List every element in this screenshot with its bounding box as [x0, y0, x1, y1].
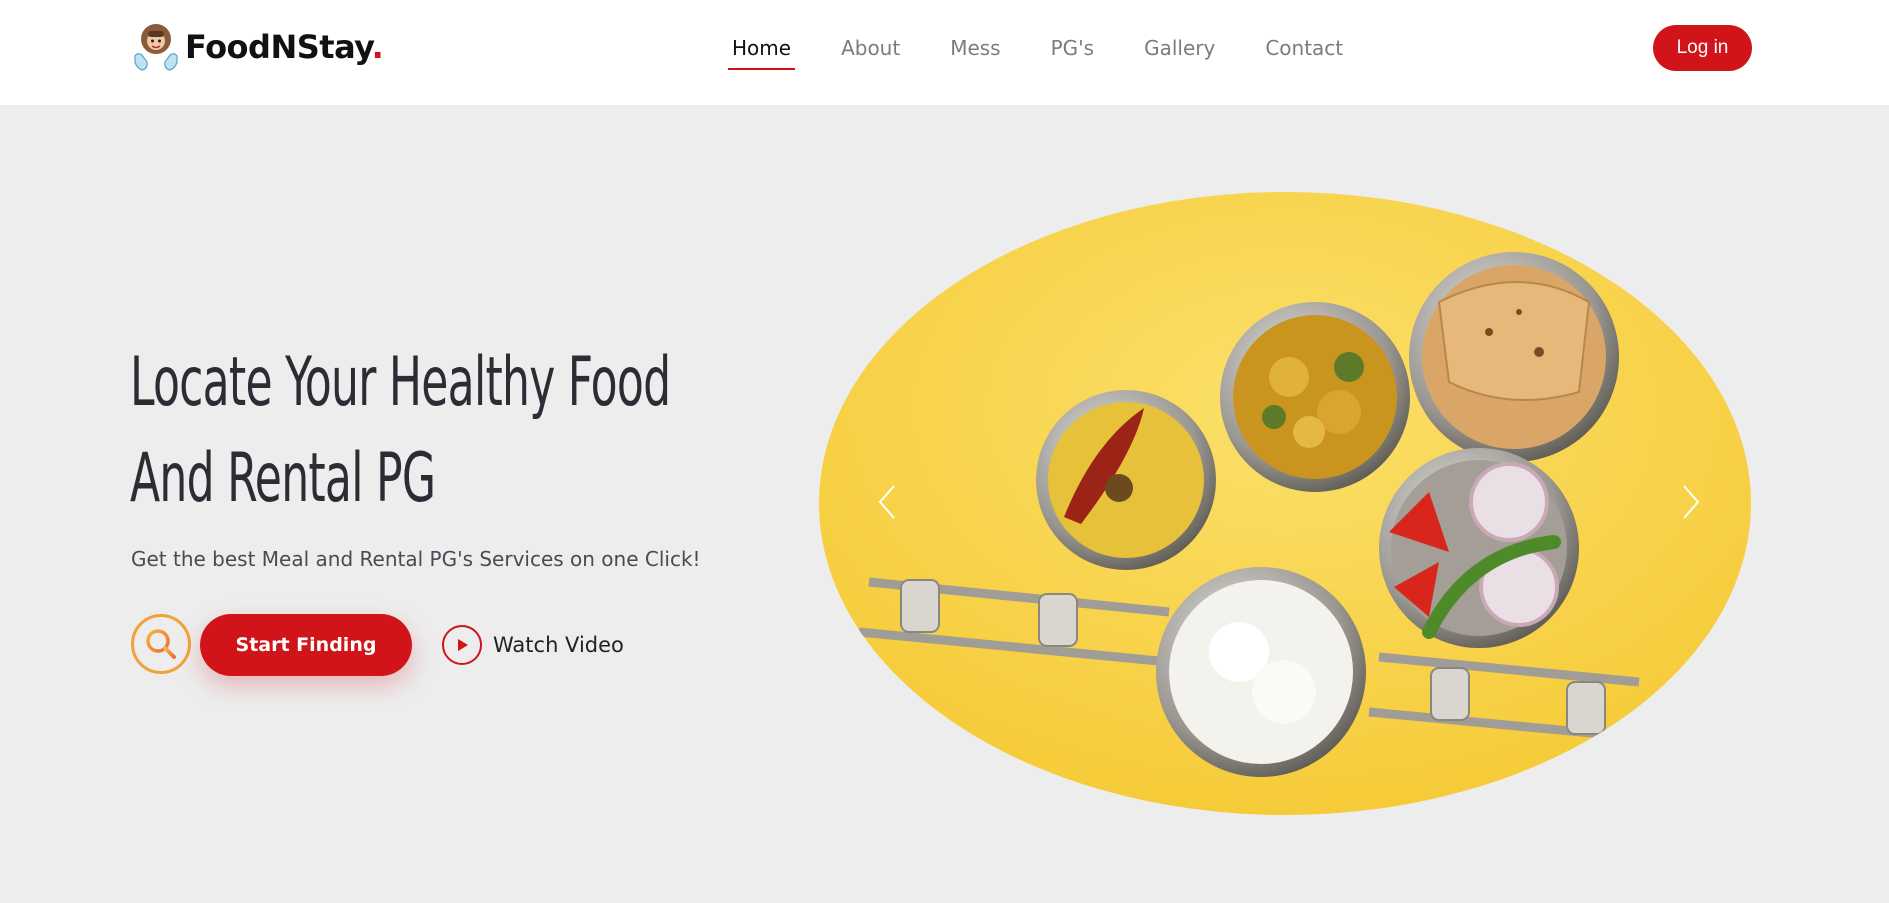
- hero-title-line-1: Locate Your Healthy Food: [130, 343, 671, 422]
- nav-item-pgs[interactable]: PG's: [1047, 36, 1098, 70]
- nav-item-contact[interactable]: Contact: [1261, 36, 1347, 70]
- hero-title-line-2: And Rental PG: [130, 439, 436, 518]
- nav-item-about[interactable]: About: [837, 36, 904, 70]
- brand-name: FoodNStay.: [185, 28, 384, 66]
- hero-carousel: [819, 192, 1751, 815]
- nav-item-home[interactable]: Home: [728, 36, 796, 70]
- login-button[interactable]: Log in: [1653, 25, 1752, 71]
- watch-video-link[interactable]: Watch Video: [442, 625, 624, 665]
- nav-item-mess[interactable]: Mess: [946, 36, 1004, 70]
- brand-logo[interactable]: FoodNStay.: [133, 22, 384, 72]
- chevron-left-icon: [878, 485, 895, 519]
- carousel-prev-button[interactable]: [867, 472, 907, 532]
- hero-title: Locate Your Healthy Food And Rental PG: [130, 335, 671, 527]
- carousel-next-button[interactable]: [1671, 472, 1711, 532]
- mascot-hands-icon: [134, 24, 178, 71]
- play-icon: [458, 639, 468, 651]
- nav-item-gallery[interactable]: Gallery: [1140, 36, 1219, 70]
- watch-video-label: Watch Video: [493, 633, 624, 657]
- play-button[interactable]: [442, 625, 482, 665]
- start-finding-button[interactable]: Start Finding: [200, 614, 412, 676]
- chevron-right-icon: [1683, 485, 1700, 519]
- site-header: FoodNStay. Home About Mess PG's Gallery …: [0, 0, 1889, 105]
- search-button[interactable]: [131, 614, 191, 674]
- tiffin-meal-photo: [819, 192, 1751, 815]
- search-icon: [146, 629, 176, 659]
- hero-subtitle: Get the best Meal and Rental PG's Servic…: [131, 547, 701, 571]
- main-nav: Home About Mess PG's Gallery Contact: [728, 36, 1389, 70]
